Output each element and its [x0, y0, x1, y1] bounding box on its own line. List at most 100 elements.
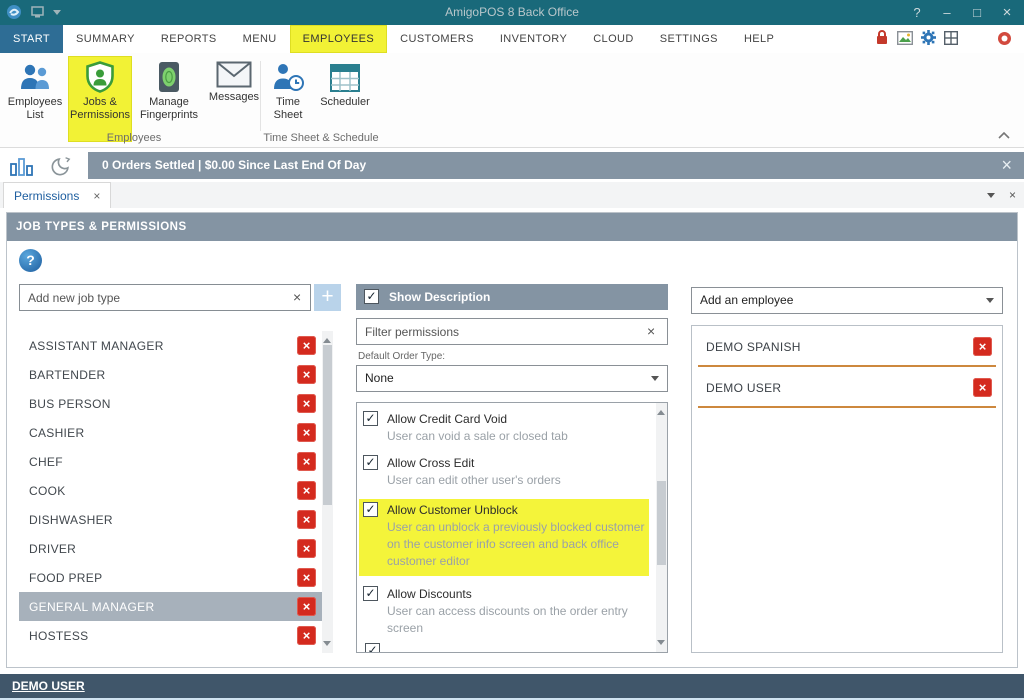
clear-input-icon[interactable]: ×: [293, 290, 301, 304]
scroll-down-icon[interactable]: [323, 641, 331, 650]
job-type-label: BARTENDER: [29, 368, 106, 382]
job-type-row[interactable]: BARTENDER ×: [19, 360, 322, 389]
job-type-row[interactable]: DISHWASHER×: [19, 505, 322, 534]
delete-job-button[interactable]: ×: [297, 539, 316, 558]
job-type-label: DRIVER: [29, 542, 76, 556]
default-order-type-label: Default Order Type:: [358, 351, 445, 362]
tab-start[interactable]: START: [0, 25, 63, 53]
tab-list-dropdown-icon[interactable]: [987, 193, 995, 202]
tab-inventory[interactable]: INVENTORY: [487, 25, 580, 53]
delete-job-button[interactable]: ×: [297, 365, 316, 384]
tab-permissions[interactable]: Permissions ×: [3, 182, 111, 208]
permission-scrollbar[interactable]: [656, 403, 667, 652]
job-type-row[interactable]: COOK×: [19, 476, 322, 505]
delete-job-button[interactable]: ×: [297, 626, 316, 645]
scroll-up-icon[interactable]: [323, 334, 331, 343]
scroll-down-icon[interactable]: [657, 640, 665, 649]
add-employee-select[interactable]: Add an employee: [691, 287, 1003, 314]
scroll-up-icon[interactable]: [657, 406, 665, 415]
tab-cloud[interactable]: CLOUD: [580, 25, 647, 53]
window-title: AmigoPOS 8 Back Office: [0, 0, 1024, 25]
permission-checkbox[interactable]: ✓: [363, 502, 378, 517]
permission-name: Allow Customer Unblock: [387, 503, 518, 517]
fingerprint-reader-icon: [156, 61, 182, 93]
job-list-scrollbar[interactable]: [322, 331, 333, 653]
show-description-checkbox[interactable]: ✓: [364, 289, 379, 304]
employee-name: DEMO SPANISH: [706, 340, 801, 354]
permission-checkbox[interactable]: ✓: [363, 455, 378, 470]
employee-row: DEMO USER ×: [698, 367, 996, 408]
add-job-type-button[interactable]: +: [314, 284, 341, 311]
scheduler-button[interactable]: Scheduler: [314, 56, 376, 142]
titlebar: AmigoPOS 8 Back Office ? – □ ×: [0, 0, 1024, 25]
jobs-permissions-button[interactable]: Jobs & Permissions: [68, 56, 132, 142]
permission-description: User can access discounts on the order e…: [387, 603, 649, 637]
ribbon-group-separator: [260, 61, 261, 131]
delete-job-button[interactable]: ×: [297, 481, 316, 500]
remove-employee-button[interactable]: ×: [973, 337, 992, 356]
window-grid-icon[interactable]: [944, 31, 958, 45]
add-job-type-input[interactable]: [19, 284, 311, 311]
employees-list-button[interactable]: Employees List: [6, 56, 64, 142]
delete-job-button[interactable]: ×: [297, 568, 316, 587]
job-type-row[interactable]: DRIVER ×: [19, 534, 322, 563]
scrollbar-thumb[interactable]: [657, 481, 666, 565]
ribbon-button-label: Manage Fingerprints: [136, 96, 202, 122]
permission-checkbox-partial[interactable]: ✓: [365, 643, 382, 652]
close-button[interactable]: ×: [992, 0, 1022, 25]
permission-checkbox[interactable]: ✓: [363, 411, 378, 426]
ribbon: Employees List Jobs & Permissions Manage…: [0, 53, 1024, 148]
remove-employee-button[interactable]: ×: [973, 378, 992, 397]
tab-settings[interactable]: SETTINGS: [647, 25, 731, 53]
job-type-row[interactable]: FOOD PREP×: [19, 563, 322, 592]
tab-menu[interactable]: MENU: [230, 25, 290, 53]
delete-job-button[interactable]: ×: [297, 336, 316, 355]
ribbon-group-timesheet: Time Sheet & Schedule: [262, 132, 380, 144]
clear-filter-icon[interactable]: ×: [647, 324, 655, 338]
job-type-row[interactable]: BUS PERSON×: [19, 389, 322, 418]
messages-button[interactable]: Messages: [206, 56, 262, 142]
manage-fingerprints-button[interactable]: Manage Fingerprints: [136, 56, 202, 142]
delete-job-button[interactable]: ×: [297, 452, 316, 471]
window-help-button[interactable]: ?: [902, 0, 932, 25]
delete-job-button[interactable]: ×: [297, 394, 316, 413]
permission-checkbox[interactable]: ✓: [363, 586, 378, 601]
chevron-down-icon: [986, 298, 994, 307]
job-type-row[interactable]: HOSTESS ×: [19, 621, 322, 650]
gear-icon[interactable]: [921, 30, 936, 45]
job-type-row[interactable]: CHEF×: [19, 447, 322, 476]
job-type-row[interactable]: ASSISTANT MANAGER×: [19, 331, 322, 360]
delete-job-button[interactable]: ×: [297, 423, 316, 442]
delete-job-button[interactable]: ×: [297, 510, 316, 529]
maximize-button[interactable]: □: [962, 0, 992, 25]
ribbon-collapse-button[interactable]: [998, 132, 1010, 139]
tabstrip-close-icon[interactable]: ×: [1009, 188, 1016, 202]
job-type-row-selected[interactable]: GENERAL MANAGER ×: [19, 592, 322, 621]
end-of-day-icon[interactable]: [50, 155, 72, 177]
permission-item-highlighted: ✓Allow Customer Unblock User can unblock…: [359, 499, 649, 576]
delete-job-button[interactable]: ×: [297, 597, 316, 616]
tab-close-icon[interactable]: ×: [93, 189, 100, 203]
tab-summary[interactable]: SUMMARY: [63, 25, 148, 53]
panel-title: JOB TYPES & PERMISSIONS: [7, 213, 1017, 241]
filter-permissions-input[interactable]: [356, 318, 668, 345]
job-type-label: HOSTESS: [29, 629, 88, 643]
lock-icon[interactable]: [875, 30, 889, 45]
tab-help[interactable]: HELP: [731, 25, 787, 53]
time-sheet-button[interactable]: Time Sheet: [266, 56, 310, 142]
default-order-type-select[interactable]: None: [356, 365, 668, 392]
job-type-label: GENERAL MANAGER: [29, 600, 154, 614]
job-type-row[interactable]: CASHIER×: [19, 418, 322, 447]
minimize-button[interactable]: –: [932, 0, 962, 25]
tab-employees[interactable]: EMPLOYEES: [290, 25, 387, 53]
bar-chart-icon[interactable]: [10, 156, 34, 176]
tab-reports[interactable]: REPORTS: [148, 25, 230, 53]
orders-banner-close-icon[interactable]: ×: [1001, 152, 1012, 178]
permission-checkbox[interactable]: ✓: [365, 643, 380, 652]
lifebuoy-icon[interactable]: [997, 31, 1012, 46]
logged-in-user-link[interactable]: DEMO USER: [12, 679, 85, 693]
help-icon[interactable]: ?: [19, 249, 42, 272]
image-export-icon[interactable]: [897, 31, 913, 45]
scrollbar-thumb[interactable]: [323, 345, 332, 505]
tab-customers[interactable]: CUSTOMERS: [387, 25, 487, 53]
